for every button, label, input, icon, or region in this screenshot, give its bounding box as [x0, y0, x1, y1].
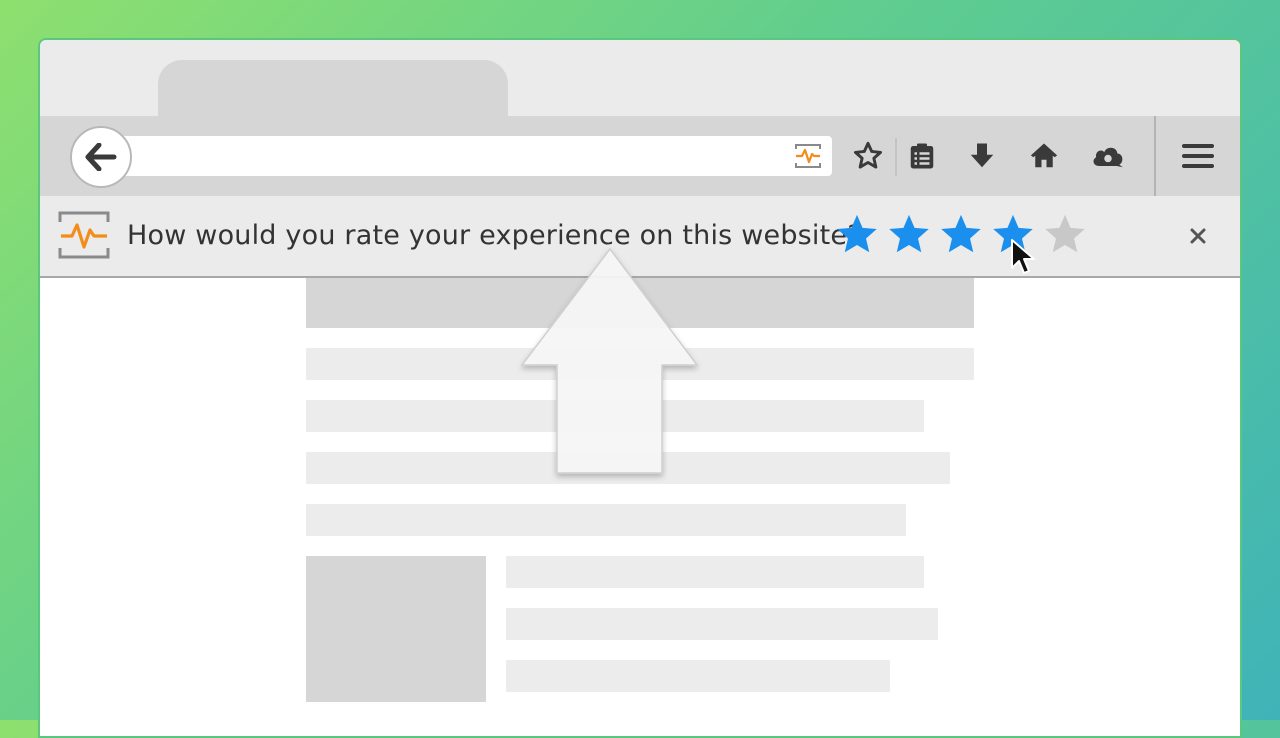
- browser-tab[interactable]: [158, 60, 508, 118]
- menu-button[interactable]: [1180, 136, 1216, 176]
- cloud-icon: [1093, 147, 1123, 168]
- star-1-icon[interactable]: [834, 212, 880, 258]
- bookmark-star-button[interactable]: [850, 136, 886, 176]
- text-line-placeholder: [506, 556, 924, 588]
- star-3-icon[interactable]: [938, 212, 984, 258]
- rating-question: How would you rate your experience on th…: [127, 220, 862, 251]
- download-arrow-icon: [970, 143, 994, 168]
- url-bar[interactable]: [104, 136, 832, 176]
- sync-button[interactable]: [1090, 136, 1126, 176]
- text-line-placeholder: [506, 660, 890, 692]
- image-placeholder: [306, 556, 486, 702]
- arrow-left-icon: [85, 143, 117, 171]
- reading-list-button[interactable]: [904, 136, 940, 176]
- star-outline-icon: [854, 141, 882, 169]
- close-icon: [1190, 228, 1206, 244]
- heartbeat-icon[interactable]: [794, 143, 822, 169]
- toolbar-separator: [895, 138, 897, 176]
- close-button[interactable]: [1185, 222, 1211, 250]
- clipboard-icon: [910, 143, 934, 169]
- star-2-icon[interactable]: [886, 212, 932, 258]
- mouse-cursor-icon: [1011, 239, 1035, 274]
- heartbeat-icon: [58, 211, 110, 259]
- text-line-placeholder: [306, 504, 906, 536]
- navigation-toolbar: [40, 116, 1240, 196]
- up-arrow-pointer-icon: [520, 247, 699, 474]
- back-button[interactable]: [70, 126, 132, 188]
- star-5-icon[interactable]: [1042, 212, 1088, 258]
- toolbar-separator: [1154, 116, 1156, 196]
- downloads-button[interactable]: [964, 136, 1000, 176]
- home-button[interactable]: [1026, 136, 1062, 176]
- text-line-placeholder: [506, 608, 938, 640]
- home-icon: [1030, 143, 1058, 168]
- hamburger-icon: [1182, 144, 1214, 168]
- tab-strip: [40, 40, 1240, 118]
- star-rating: [834, 212, 1088, 260]
- browser-window: How would you rate your experience on th…: [38, 38, 1242, 738]
